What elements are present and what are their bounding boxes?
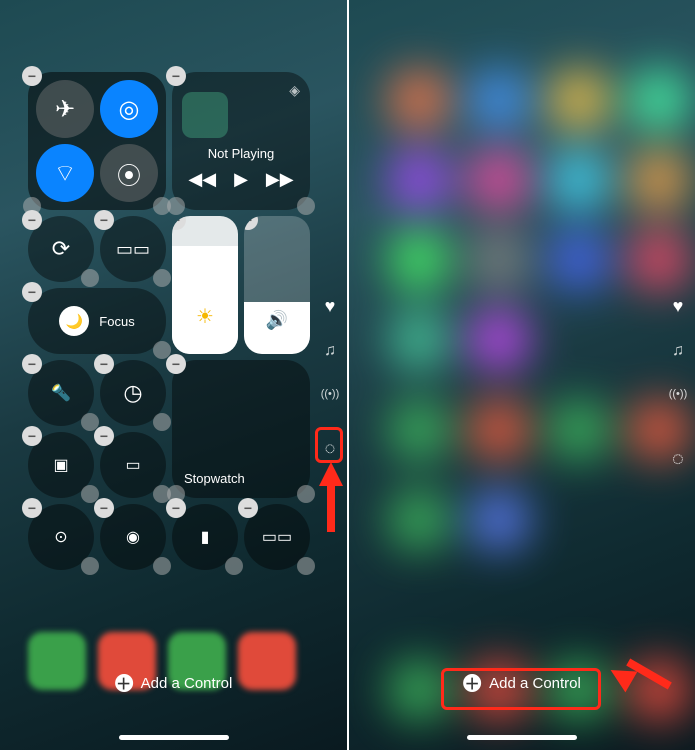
focus-button[interactable]: − 🌙 Focus — [28, 288, 166, 354]
remove-icon[interactable]: − — [22, 282, 42, 302]
remove-icon[interactable]: − — [22, 426, 42, 446]
airplane-icon: ✈ — [55, 95, 75, 124]
focus-label: Focus — [99, 314, 134, 329]
remove-icon[interactable]: − — [166, 354, 186, 374]
bluetooth-cellular-button[interactable]: ⦿ — [100, 144, 158, 202]
resize-handle[interactable] — [153, 269, 171, 287]
add-control-label: Add a Control — [141, 675, 233, 692]
screen-record-button[interactable]: − ◉ — [100, 504, 166, 570]
wifi-icon: ⌔ — [54, 158, 77, 188]
remove-icon[interactable]: − — [22, 354, 42, 374]
remove-icon[interactable]: − — [94, 210, 114, 230]
remove-icon[interactable]: − — [238, 498, 258, 518]
flashlight-icon: 🔦 — [51, 383, 71, 403]
airplay-icon[interactable]: ◈ — [289, 82, 300, 99]
home-indicator[interactable] — [119, 735, 229, 740]
page-indicator-heart[interactable]: ♥ — [319, 296, 341, 317]
screen-mirroring-icon: ▭▭ — [116, 239, 150, 260]
airdrop-icon: ◎ — [119, 95, 140, 124]
brightness-icon: ☀ — [196, 304, 214, 329]
mirror-icon: ▭▭ — [262, 527, 292, 547]
resize-handle[interactable] — [225, 557, 243, 575]
annotation-highlight-box — [441, 668, 601, 710]
timer-icon: ◷ — [123, 380, 142, 406]
airplane-mode-button[interactable]: ✈ — [36, 80, 94, 138]
remove-icon[interactable]: − — [166, 498, 186, 518]
wifi-button[interactable]: ⌔ — [36, 144, 94, 202]
remove-icon[interactable]: − — [94, 426, 114, 446]
stopwatch-module[interactable]: − Stopwatch — [172, 360, 310, 498]
rotation-lock-icon: ⟳ — [52, 236, 70, 262]
page-indicator-heart[interactable]: ♥ — [667, 296, 689, 317]
apple-tv-remote-button[interactable]: − ▮ — [172, 504, 238, 570]
remove-icon[interactable]: − — [94, 354, 114, 374]
page-indicator-music[interactable]: ♫ — [667, 342, 689, 360]
blurred-background — [349, 0, 695, 750]
resize-handle[interactable] — [297, 485, 315, 503]
annotation-arrow — [327, 480, 335, 532]
privacy-icon: ⊙ — [54, 527, 67, 547]
resize-handle[interactable] — [153, 413, 171, 431]
airdrop-button[interactable]: ◎ — [100, 80, 158, 138]
volume-icon: 🔊 — [266, 310, 288, 331]
code-scanner-button[interactable]: − ▣ — [28, 432, 94, 498]
timer-button[interactable]: − ◷ — [100, 360, 166, 426]
remove-icon[interactable]: − — [172, 216, 186, 230]
media-status: Not Playing — [208, 146, 274, 161]
annotation-highlight-box — [315, 427, 343, 463]
album-art — [182, 92, 228, 138]
control-center-edit-panel: − ✈ ◎ ⌔ ⦿ − ◈ Not Playing ◀◀ ▶ ▶▶ — [0, 0, 349, 750]
screen-mirroring-button-2[interactable]: − ▭▭ — [244, 504, 310, 570]
page-indicator-signal[interactable]: ((•)) — [667, 388, 689, 400]
control-center-empty-page-panel: ♥ ♫ ((•)) ◌ ＋ Add a Control — [349, 0, 695, 750]
resize-handle[interactable] — [153, 557, 171, 575]
low-power-button[interactable]: − ▭ — [100, 432, 166, 498]
plus-icon: ＋ — [115, 674, 133, 692]
annotation-arrowhead — [319, 462, 343, 486]
play-button[interactable]: ▶ — [234, 169, 248, 190]
controls-grid: − ✈ ◎ ⌔ ⦿ − ◈ Not Playing ◀◀ ▶ ▶▶ — [28, 72, 310, 714]
bluetooth-icon: ⦿ — [117, 156, 141, 191]
resize-handle[interactable] — [81, 269, 99, 287]
add-control-button[interactable]: ＋ Add a Control — [99, 664, 249, 702]
next-button[interactable]: ▶▶ — [266, 169, 294, 190]
flashlight-button[interactable]: − 🔦 — [28, 360, 94, 426]
rotation-lock-button[interactable]: − ⟳ — [28, 216, 94, 282]
scanner-icon: ▣ — [53, 455, 68, 475]
brightness-slider[interactable]: − ☀ — [172, 216, 238, 354]
stopwatch-label: Stopwatch — [184, 471, 245, 486]
volume-slider[interactable]: − 🔊 — [244, 216, 310, 354]
resize-handle[interactable] — [81, 557, 99, 575]
privacy-button[interactable]: − ⊙ — [28, 504, 94, 570]
remove-icon[interactable]: − — [244, 216, 258, 230]
previous-button[interactable]: ◀◀ — [188, 169, 216, 190]
page-indicator-music[interactable]: ♫ — [319, 342, 341, 360]
record-icon: ◉ — [126, 527, 140, 547]
remote-icon: ▮ — [201, 527, 210, 547]
remove-icon[interactable]: − — [22, 498, 42, 518]
remove-icon[interactable]: − — [22, 210, 42, 230]
resize-handle[interactable] — [297, 557, 315, 575]
media-module[interactable]: − ◈ Not Playing ◀◀ ▶ ▶▶ — [172, 72, 310, 210]
connectivity-module[interactable]: − ✈ ◎ ⌔ ⦿ — [28, 72, 166, 210]
remove-icon[interactable]: − — [166, 66, 186, 86]
resize-handle[interactable] — [167, 197, 185, 215]
remove-icon[interactable]: − — [22, 66, 42, 86]
battery-icon: ▭ — [125, 455, 140, 475]
home-indicator[interactable] — [467, 735, 577, 740]
screen-mirroring-button[interactable]: − ▭▭ — [100, 216, 166, 282]
page-indicator-ring[interactable]: ◌ — [667, 448, 689, 471]
page-indicator-signal[interactable]: ((•)) — [319, 388, 341, 400]
resize-handle[interactable] — [297, 197, 315, 215]
remove-icon[interactable]: − — [94, 498, 114, 518]
